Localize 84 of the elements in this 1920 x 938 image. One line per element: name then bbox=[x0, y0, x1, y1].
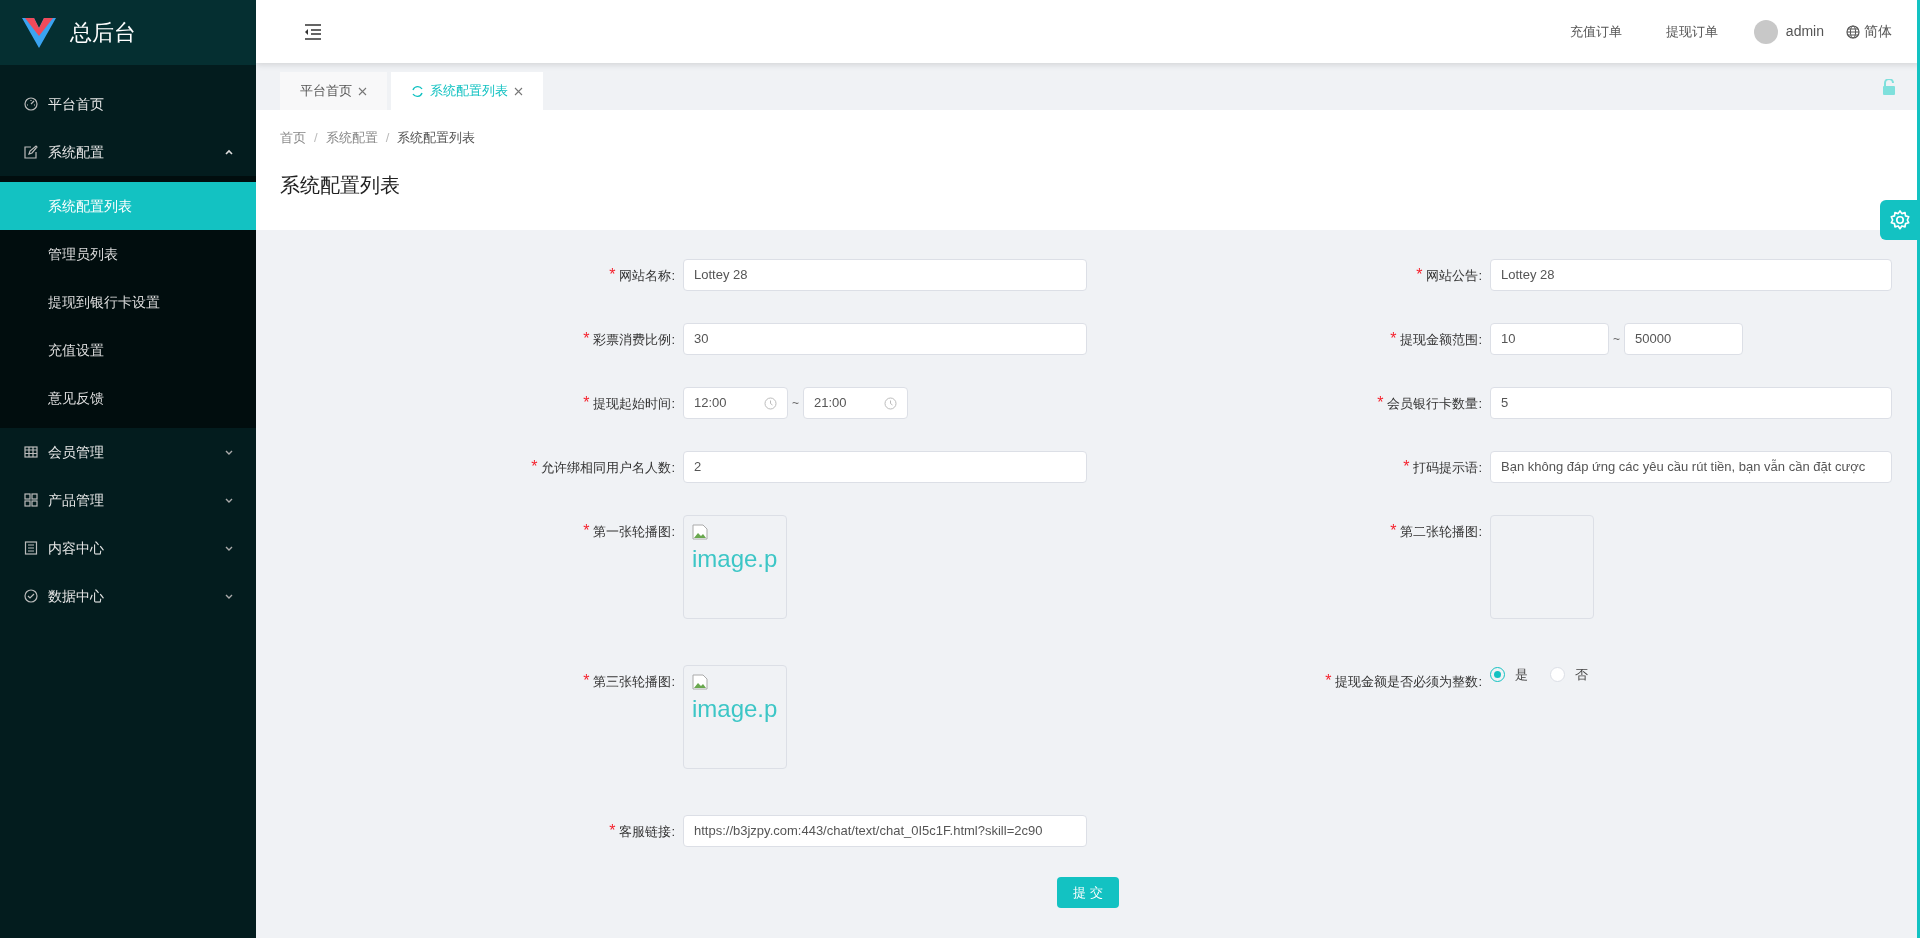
clock-icon bbox=[884, 396, 897, 410]
required-asterisk: * bbox=[583, 672, 590, 689]
broken-image-icon bbox=[692, 674, 708, 690]
breadcrumb-link[interactable]: 系统配置 bbox=[325, 128, 378, 148]
field-label: 彩票消费比例: bbox=[593, 332, 675, 347]
close-icon[interactable] bbox=[514, 86, 523, 96]
input-field[interactable]: Bạn không đáp ứng các yêu cầu rút tiền, bạn vẫn cần đặt cược bbox=[1490, 451, 1892, 483]
field-label: 第三张轮播图: bbox=[593, 674, 675, 689]
field-label: 打码提示语: bbox=[1413, 460, 1482, 475]
input-field[interactable]: 12:00 bbox=[683, 387, 788, 419]
input-field[interactable]: 30 bbox=[683, 323, 1087, 355]
field-label: 提现金额是否必须为整数: bbox=[1335, 674, 1482, 689]
gauge-icon bbox=[24, 97, 38, 111]
brand-title: 总后台 bbox=[70, 19, 136, 47]
image-alt-text: image.p bbox=[692, 544, 778, 574]
required-asterisk: * bbox=[531, 458, 538, 475]
user-name[interactable]: admin bbox=[1785, 21, 1824, 42]
input-field[interactable]: 5 bbox=[1490, 387, 1892, 419]
range-separator: ~ bbox=[1613, 331, 1620, 348]
required-asterisk: * bbox=[583, 522, 590, 539]
field-label: 网站公告: bbox=[1426, 268, 1482, 283]
clock-icon bbox=[764, 396, 777, 410]
field-label: 允许绑相同用户名人数: bbox=[541, 460, 675, 475]
page-title: 系统配置列表 bbox=[280, 172, 401, 198]
field-label: 提现金额范围: bbox=[1400, 332, 1482, 347]
header-link[interactable]: 提现订单 bbox=[1665, 21, 1718, 42]
field-label: 提现起始时间: bbox=[593, 396, 675, 411]
settings-icon bbox=[1889, 209, 1911, 231]
field-label: 网站名称: bbox=[619, 268, 675, 283]
required-asterisk: * bbox=[609, 266, 616, 283]
required-asterisk: * bbox=[583, 330, 590, 347]
required-asterisk: * bbox=[1377, 394, 1384, 411]
submenu-item[interactable]: 管理员列表 bbox=[0, 230, 256, 278]
logo-icon bbox=[22, 17, 56, 48]
field-label: 第二张轮播图: bbox=[1400, 524, 1482, 539]
required-asterisk: * bbox=[1390, 522, 1397, 539]
required-asterisk: * bbox=[583, 394, 590, 411]
menu-item[interactable]: 系统配置 bbox=[0, 128, 256, 176]
breadcrumb-separator: / bbox=[385, 129, 390, 147]
image-alt-text: image.p bbox=[692, 694, 778, 724]
required-asterisk: * bbox=[1325, 672, 1332, 689]
document-icon bbox=[24, 541, 38, 555]
language-label[interactable]: 简体 bbox=[1864, 21, 1892, 42]
breadcrumb-link[interactable]: 首页 bbox=[280, 128, 306, 148]
submenu-item[interactable]: 意见反馈 bbox=[0, 374, 256, 422]
unlock-icon[interactable] bbox=[1882, 78, 1896, 95]
table-icon bbox=[24, 445, 38, 459]
submenu-item[interactable]: 充值设置 bbox=[0, 326, 256, 374]
required-asterisk: * bbox=[1403, 458, 1410, 475]
menu-collapse-icon[interactable] bbox=[304, 23, 322, 40]
input-field[interactable]: 2 bbox=[683, 451, 1087, 483]
close-icon[interactable] bbox=[358, 86, 367, 96]
input-field[interactable]: 10 bbox=[1490, 323, 1609, 355]
field-label: 客服链接: bbox=[619, 824, 675, 839]
menu-item[interactable]: 数据中心 bbox=[0, 572, 256, 620]
header-link[interactable]: 充值订单 bbox=[1569, 21, 1622, 42]
input-field[interactable]: Lottey 28 bbox=[683, 259, 1087, 291]
user-avatar[interactable] bbox=[1753, 19, 1778, 44]
input-field[interactable]: Lottey 28 bbox=[1490, 259, 1892, 291]
globe-icon[interactable] bbox=[1846, 24, 1860, 39]
menu-item[interactable]: 平台首页 bbox=[0, 80, 256, 128]
required-asterisk: * bbox=[1416, 266, 1423, 283]
submenu-item[interactable]: 提现到银行卡设置 bbox=[0, 278, 256, 326]
menu-item[interactable]: 产品管理 bbox=[0, 476, 256, 524]
input-field[interactable]: 50000 bbox=[1624, 323, 1743, 355]
required-asterisk: * bbox=[609, 822, 616, 839]
refresh-icon bbox=[411, 84, 424, 98]
input-field[interactable]: 21:00 bbox=[803, 387, 908, 419]
field-label: 会员银行卡数量: bbox=[1387, 396, 1482, 411]
radio-option[interactable]: 是 bbox=[1490, 665, 1528, 685]
broken-image-icon bbox=[692, 524, 708, 540]
field-label: 第一张轮播图: bbox=[593, 524, 675, 539]
required-asterisk: * bbox=[1390, 330, 1397, 347]
menu-item[interactable]: 会员管理 bbox=[0, 428, 256, 476]
breadcrumb-separator: / bbox=[314, 129, 318, 147]
settings-button[interactable] bbox=[1880, 200, 1920, 240]
menu-item[interactable]: 内容中心 bbox=[0, 524, 256, 572]
tab[interactable]: 平台首页 bbox=[280, 72, 387, 110]
grid-icon bbox=[24, 493, 38, 507]
radio-option[interactable]: 否 bbox=[1550, 665, 1588, 685]
range-separator: ~ bbox=[792, 395, 799, 412]
check-circle-icon bbox=[24, 589, 38, 603]
edit-icon bbox=[24, 145, 38, 159]
input-field[interactable]: https://b3jzpy.com:443/chat/text/chat_0I5c1F.html?skill=2c90 bbox=[683, 815, 1087, 847]
